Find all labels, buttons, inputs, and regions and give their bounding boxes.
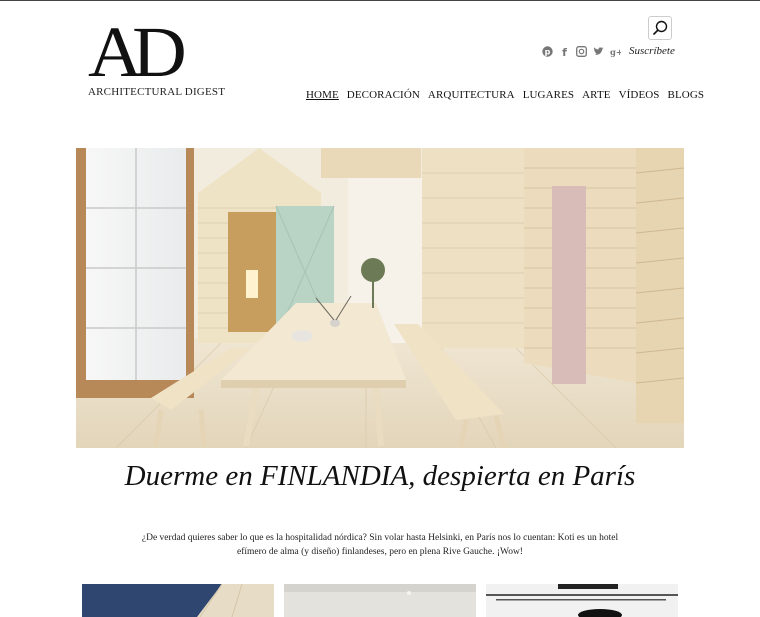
article-headline[interactable]: Duerme en FINLANDIA, despierta en París xyxy=(100,462,660,491)
site-logo[interactable]: AD ARCHITECTURAL DIGEST xyxy=(88,16,225,98)
article-dek: ¿De verdad quieres saber lo que es la ho… xyxy=(141,533,619,557)
nav-item-arte[interactable]: ARTE xyxy=(582,89,610,101)
hero-illustration xyxy=(76,148,684,448)
nav-item-arquitectura[interactable]: ARQUITECTURA xyxy=(428,89,515,101)
nav-item-home[interactable]: HOME xyxy=(306,89,339,101)
thumbnail-2[interactable] xyxy=(284,584,476,617)
search-icon xyxy=(652,20,668,36)
top-border xyxy=(0,0,760,1)
instagram-icon[interactable] xyxy=(576,45,587,57)
nav-item-lugares[interactable]: LUGARES xyxy=(523,89,574,101)
nav-item-decoracion[interactable]: DECORACIÓN xyxy=(347,89,420,101)
svg-text:p: p xyxy=(545,47,551,56)
main-nav: HOME DECORACIÓN ARQUITECTURA LUGARES ART… xyxy=(306,89,704,101)
svg-text:f: f xyxy=(562,46,567,57)
twitter-icon[interactable] xyxy=(593,46,604,57)
thumbnail-1-image xyxy=(82,584,274,617)
nav-item-videos[interactable]: VÍDEOS xyxy=(619,89,660,101)
hero-image[interactable] xyxy=(76,148,684,448)
search-button[interactable] xyxy=(648,16,672,40)
facebook-icon[interactable]: f xyxy=(559,46,570,57)
thumbnail-2-image xyxy=(284,584,476,617)
thumbnail-1[interactable] xyxy=(82,584,274,617)
googleplus-icon[interactable]: g+ xyxy=(610,46,621,57)
svg-text:g+: g+ xyxy=(610,46,621,56)
social-links: p f g+ Suscríbete xyxy=(542,44,675,58)
thumbnail-3[interactable] xyxy=(486,584,678,617)
nav-item-blogs[interactable]: BLOGS xyxy=(668,89,705,101)
thumbnail-3-image xyxy=(486,584,678,617)
subscribe-link[interactable]: Suscríbete xyxy=(629,45,675,57)
logo-mark: AD xyxy=(88,12,187,92)
pinterest-icon[interactable]: p xyxy=(542,45,553,57)
